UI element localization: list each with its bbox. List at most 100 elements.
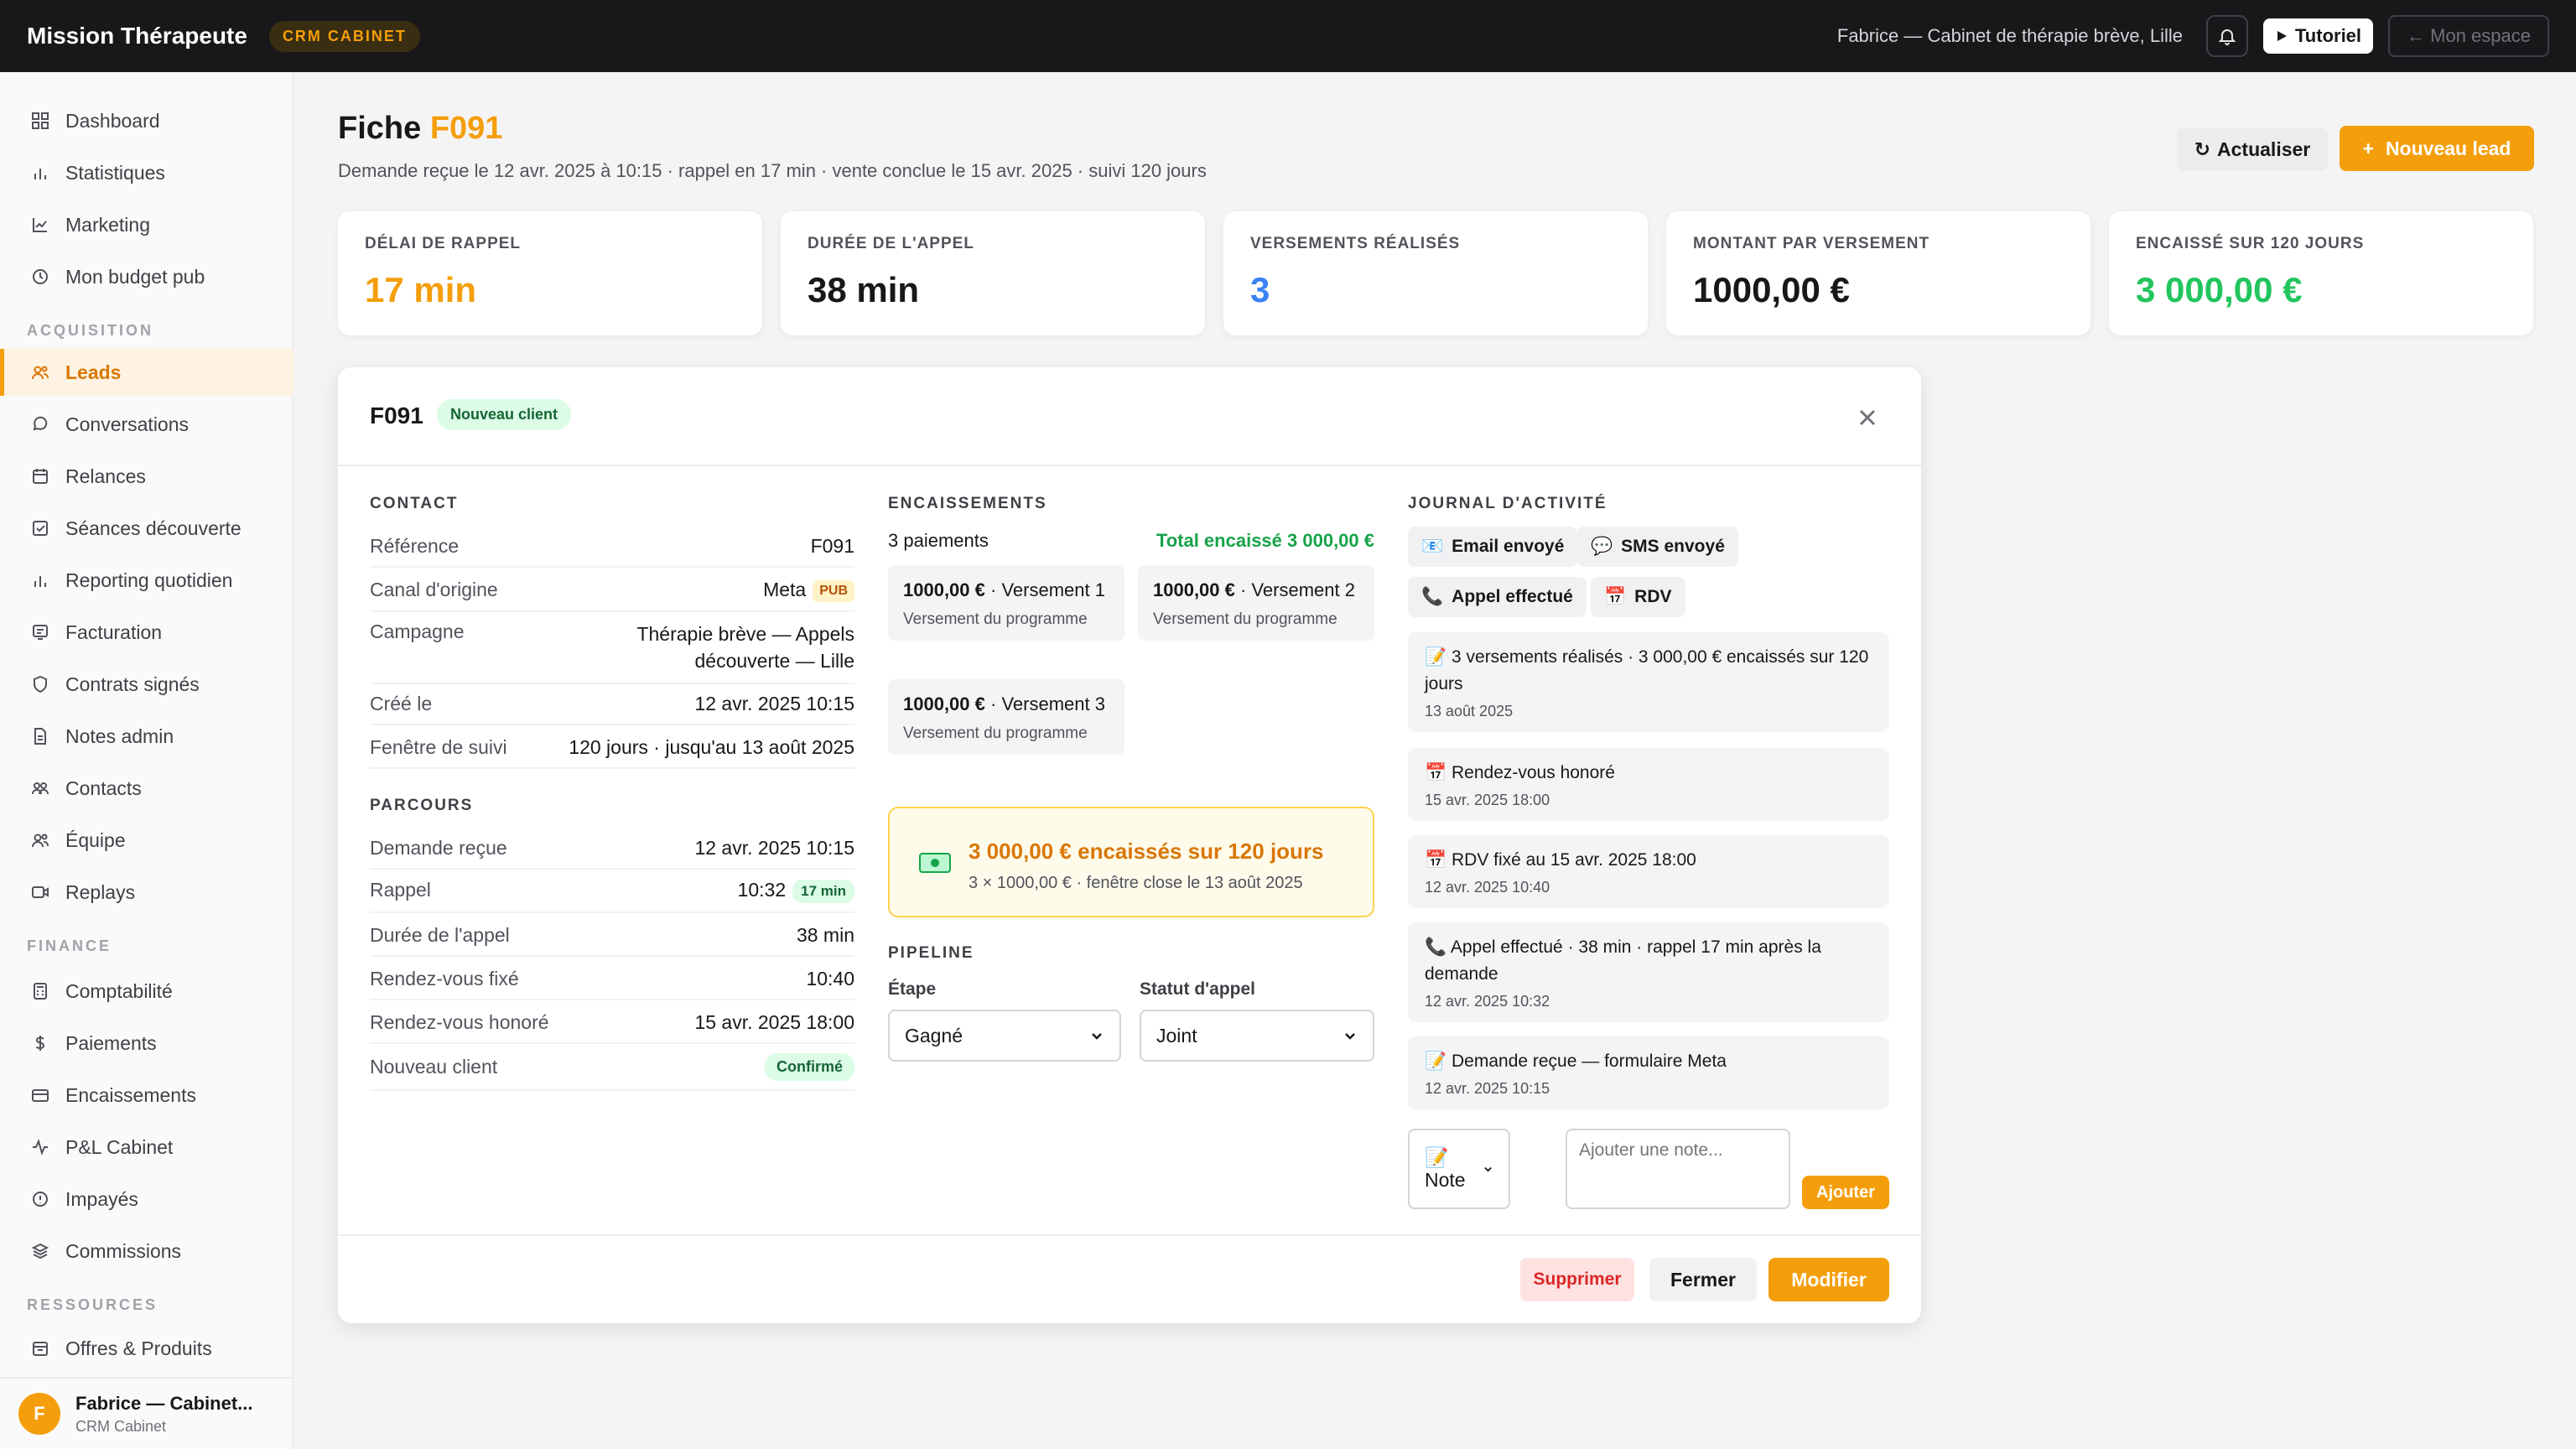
my-space-button[interactable]: ← Mon espace xyxy=(2388,15,2549,57)
add-note-button[interactable]: Ajouter xyxy=(1802,1176,1889,1209)
row-key: Rendez-vous honoré xyxy=(370,1011,549,1033)
contact-row: Fenêtre de suivi 120 jours · jusqu'au 13… xyxy=(370,736,854,769)
sidebar-item-marketing[interactable]: Marketing xyxy=(0,201,293,248)
sidebar-item-dashboard[interactable]: Dashboard xyxy=(0,97,293,144)
journal-entry: 📝 Demande reçue — formulaire Meta 12 avr… xyxy=(1408,1036,1889,1109)
sidebar-item-notes[interactable]: Notes admin xyxy=(0,713,293,760)
tutorial-label: Tutoriel xyxy=(2295,25,2362,46)
kpi-callback-delay: DÉLAI DE RAPPEL 17 min xyxy=(338,211,762,335)
entry-message: 3 versements réalisés · 3 000,00 € encai… xyxy=(1425,647,1869,693)
kpi-label: VERSEMENTS RÉALISÉS xyxy=(1250,235,1461,252)
sidebar-item-comptabilite[interactable]: Comptabilité xyxy=(0,968,293,1015)
bar-chart-icon xyxy=(30,570,50,590)
email-sent-button[interactable]: 📧 Email envoyé xyxy=(1408,527,1578,567)
sidebar-item-commissions[interactable]: Commissions xyxy=(0,1228,293,1275)
sidebar-item-budget[interactable]: Mon budget pub xyxy=(0,253,293,300)
collected-banner: 3 000,00 € encaissés sur 120 jours 3 × 1… xyxy=(888,807,1374,917)
sidebar-item-replays[interactable]: Replays xyxy=(0,869,293,916)
sidebar-item-label: P&L Cabinet xyxy=(65,1135,174,1158)
contact-row: Créé le 12 avr. 2025 10:15 xyxy=(370,693,854,725)
layers-icon xyxy=(30,1241,50,1261)
title-prefix: Fiche xyxy=(338,111,422,146)
call-status-select[interactable]: Joint xyxy=(1140,1010,1374,1062)
stage-value: Gagné xyxy=(905,1024,963,1046)
sidebar-item-statistiques[interactable]: Statistiques xyxy=(0,149,293,196)
close-modal-button[interactable]: Fermer xyxy=(1649,1258,1757,1301)
card-icon xyxy=(30,1085,50,1105)
entry-text: 📝 3 versements réalisés · 3 000,00 € enc… xyxy=(1425,644,1872,698)
check-square-icon xyxy=(30,518,50,538)
plus-icon: + xyxy=(2362,137,2374,159)
sidebar-item-conversations[interactable]: Conversations xyxy=(0,401,293,448)
callback-delay-tag: 17 min xyxy=(792,879,854,903)
parcours-row: Durée de l'appel 38 min xyxy=(370,924,854,957)
close-button[interactable] xyxy=(1852,402,1883,433)
tutorial-button[interactable]: Tutoriel xyxy=(2263,18,2374,54)
parcours-row: Demande reçue 12 avr. 2025 10:15 xyxy=(370,837,854,870)
sidebar-item-equipe[interactable]: Équipe xyxy=(0,817,293,864)
sidebar-item-contrats[interactable]: Contrats signés xyxy=(0,661,293,708)
sidebar-item-relances[interactable]: Relances xyxy=(0,453,293,500)
confirmed-badge: Confirmé xyxy=(764,1053,854,1081)
refresh-button[interactable]: ↻ Actualiser xyxy=(2177,127,2328,171)
sidebar-item-encaissements[interactable]: Encaissements xyxy=(0,1072,293,1119)
row-value: Meta PUB xyxy=(763,579,854,602)
memo-icon: 📝 xyxy=(1425,1146,1449,1168)
payment-main: 1000,00 € · Versement 3 xyxy=(903,691,1109,718)
note-input[interactable] xyxy=(1566,1129,1790,1209)
rdv-button[interactable]: 📅 RDV xyxy=(1591,577,1685,617)
brand-badge: CRM CABINET xyxy=(268,20,420,52)
profile-name: Fabrice — Cabinet... xyxy=(75,1392,253,1414)
play-icon xyxy=(2277,31,2287,41)
refresh-icon: ↻ xyxy=(2194,138,2211,160)
entry-date: 12 avr. 2025 10:32 xyxy=(1425,993,1550,1010)
row-key: Demande reçue xyxy=(370,837,507,859)
sidebar-item-reporting[interactable]: Reporting quotidien xyxy=(0,557,293,604)
sidebar-item-label: Relances xyxy=(65,465,146,487)
payment-sub: Versement du programme xyxy=(903,724,1088,742)
users-icon xyxy=(30,362,50,382)
modal-header: F091 Nouveau client xyxy=(338,367,1921,466)
note-type-value: 📝 Note xyxy=(1425,1146,1483,1192)
sidebar-item-seances[interactable]: Séances découverte xyxy=(0,505,293,552)
payment-card: 1000,00 € · Versement 1 Versement du pro… xyxy=(888,565,1124,641)
sidebar-item-contacts[interactable]: Contacts xyxy=(0,765,293,812)
delete-button[interactable]: Supprimer xyxy=(1520,1258,1634,1301)
sms-sent-button[interactable]: 💬 SMS envoyé xyxy=(1577,527,1738,567)
sidebar-item-leads[interactable]: Leads xyxy=(0,349,293,396)
journal-entry: 📅 Rendez-vous honoré 15 avr. 2025 18:00 xyxy=(1408,748,1889,821)
top-right: Fabrice — Cabinet de thérapie brève, Lil… xyxy=(1837,15,2549,57)
sidebar-item-facturation[interactable]: Facturation xyxy=(0,609,293,656)
memo-icon: 📝 xyxy=(1425,647,1447,667)
sidebar-item-impayes[interactable]: Impayés xyxy=(0,1176,293,1223)
line-chart-icon xyxy=(30,215,50,235)
clock-icon xyxy=(30,267,50,287)
action-label: Appel effectué xyxy=(1452,587,1573,606)
call-done-button[interactable]: 📞 Appel effectué xyxy=(1408,577,1587,617)
sidebar-item-label: Équipe xyxy=(65,828,126,851)
sidebar-item-offres[interactable]: Offres & Produits xyxy=(0,1325,293,1372)
calendar-icon: 📅 xyxy=(1425,763,1447,782)
note-type-select[interactable]: 📝 Note xyxy=(1408,1129,1510,1209)
brand-name: Mission Thérapeute xyxy=(27,23,247,49)
edit-button[interactable]: Modifier xyxy=(1768,1258,1889,1301)
new-lead-button[interactable]: + Nouveau lead xyxy=(2340,126,2534,171)
kpi-value: 3 xyxy=(1250,270,1270,309)
calendar-icon: 📅 xyxy=(1604,587,1627,606)
note-type-label: Note xyxy=(1425,1169,1466,1191)
sidebar-item-pl-cabinet[interactable]: P&L Cabinet xyxy=(0,1124,293,1171)
kpi-payments-count: VERSEMENTS RÉALISÉS 3 xyxy=(1223,211,1648,335)
kpi-value: 17 min xyxy=(365,270,477,309)
row-key: Créé le xyxy=(370,693,433,714)
notifications-button[interactable] xyxy=(2206,15,2248,57)
entry-text: 📞 Appel effectué · 38 min · rappel 17 mi… xyxy=(1425,934,1872,988)
sidebar-item-paiements[interactable]: Paiements xyxy=(0,1020,293,1067)
shield-icon xyxy=(30,674,50,694)
sidebar-item-label: Séances découverte xyxy=(65,517,242,539)
new-lead-label: Nouveau lead xyxy=(2385,137,2511,159)
payment-amount: 1000,00 € xyxy=(903,579,985,600)
user-profile[interactable]: F Fabrice — Cabinet... CRM Cabinet xyxy=(0,1377,293,1449)
entry-text: 📅 RDV fixé au 15 avr. 2025 18:00 xyxy=(1425,847,1872,874)
calendar-icon: 📅 xyxy=(1425,850,1447,870)
stage-select[interactable]: Gagné xyxy=(888,1010,1121,1062)
